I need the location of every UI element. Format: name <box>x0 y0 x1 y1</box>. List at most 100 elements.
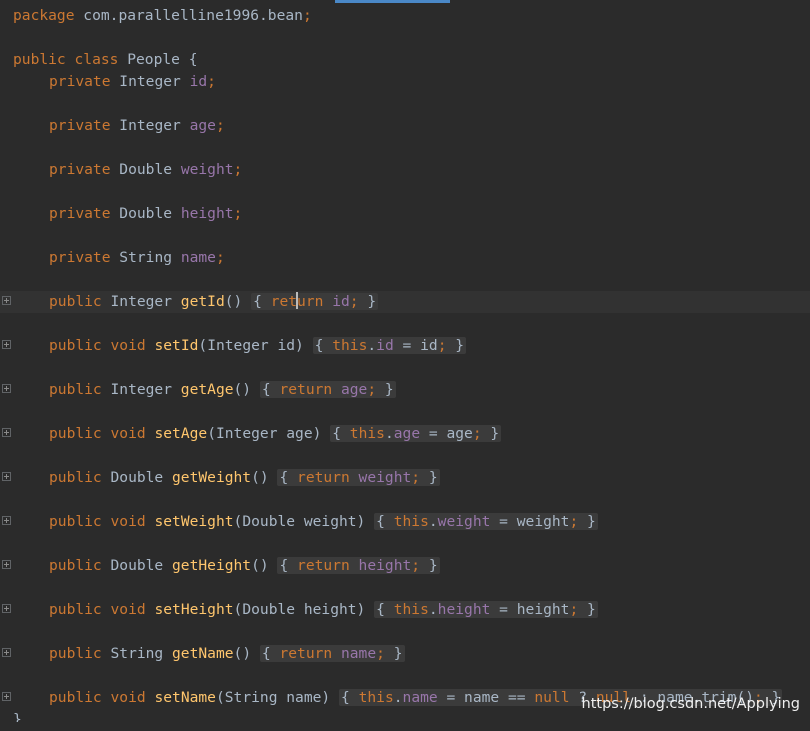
brace-close: } <box>13 711 22 722</box>
fold-expand-icon[interactable] <box>2 648 11 657</box>
keyword: this <box>332 337 368 354</box>
keyword: return <box>279 645 333 662</box>
fold-expand-icon[interactable] <box>2 340 11 349</box>
dot: . <box>428 601 438 618</box>
params: (String name) <box>215 689 331 706</box>
brace-close: } <box>384 645 403 662</box>
semicolon: ; <box>233 161 243 178</box>
field-name: weight <box>180 161 234 178</box>
modifier: private <box>49 161 111 178</box>
parens: () <box>224 293 243 310</box>
semicolon: ; <box>376 645 385 662</box>
folded-body[interactable]: { this.age = age; } <box>330 425 502 442</box>
folded-body[interactable]: { this.height = height; } <box>374 601 598 618</box>
modifier: public <box>49 469 102 486</box>
code-line-field-age: private Integer age; <box>0 115 810 137</box>
dot: . <box>393 689 403 706</box>
return-type: Double <box>101 557 173 574</box>
modifier: public <box>49 645 102 662</box>
semicolon: ; <box>215 117 225 134</box>
method-name: setAge <box>154 425 208 442</box>
code-line-getAge: public Integer getAge() { return age; } <box>0 379 810 401</box>
field-name: id <box>189 73 208 90</box>
modifier: private <box>49 73 111 90</box>
assignment: = id <box>393 337 438 354</box>
params: (Double height) <box>233 601 366 618</box>
folded-body[interactable]: { return weight; } <box>277 469 440 486</box>
dot: . <box>384 425 394 442</box>
package-name: com.parallelline1996.bean <box>74 7 303 24</box>
folded-body[interactable]: { return height; } <box>277 557 440 574</box>
modifier: private <box>49 117 111 134</box>
folded-body[interactable]: { return id; } <box>251 292 379 310</box>
code-line-setId: public void setId(Integer id) { this.id … <box>0 335 810 357</box>
type: Double <box>110 205 181 222</box>
folded-body[interactable]: { this.id = id; } <box>312 337 467 354</box>
modifier: public <box>49 513 102 530</box>
parens: () <box>251 557 269 574</box>
brace-open: { <box>253 293 271 310</box>
code-line-package: package com.parallelline1996.bean; <box>0 5 810 27</box>
field-ref: id <box>323 293 350 310</box>
method-name: getAge <box>180 381 234 398</box>
fold-expand-icon[interactable] <box>2 560 11 569</box>
field-ref: age <box>332 381 368 398</box>
fold-expand-icon[interactable] <box>2 428 11 437</box>
assignment: = name == <box>437 689 535 706</box>
semicolon: ; <box>569 513 579 530</box>
brace-open: { <box>261 381 280 398</box>
modifier: public <box>49 689 102 706</box>
field-ref: age <box>393 425 421 442</box>
code-line-setAge: public void setAge(Integer age) { this.a… <box>0 423 810 445</box>
modifier: private <box>49 249 111 266</box>
type: Integer <box>110 117 190 134</box>
folded-body[interactable]: { return name; } <box>259 645 405 662</box>
brace-open: { <box>261 645 280 662</box>
semicolon: ; <box>215 249 225 266</box>
semicolon: ; <box>472 425 482 442</box>
code-line-getName: public String getName() { return name; } <box>0 643 810 665</box>
keyword: public <box>13 51 66 68</box>
return-type: Integer <box>101 381 181 398</box>
assignment: = weight <box>490 513 570 530</box>
code-line-getHeight: public Double getHeight() { return heigh… <box>0 555 810 577</box>
fold-expand-icon[interactable] <box>2 296 11 305</box>
fold-expand-icon[interactable] <box>2 472 11 481</box>
method-name: getId <box>180 293 225 310</box>
semicolon: ; <box>411 469 421 486</box>
brace-close: } <box>446 337 465 354</box>
keyword: void <box>110 513 146 530</box>
folded-body[interactable]: { this.weight = weight; } <box>374 513 598 530</box>
fold-expand-icon[interactable] <box>2 516 11 525</box>
keyword: return <box>297 469 350 486</box>
keyword: null <box>534 689 570 706</box>
method-name: setId <box>154 337 199 354</box>
code-line-setWeight: public void setWeight(Double weight) { t… <box>0 511 810 533</box>
keyword: this <box>393 513 429 530</box>
semicolon: ; <box>233 205 243 222</box>
folded-body[interactable]: { return age; } <box>259 381 396 398</box>
modifier: public <box>49 557 102 574</box>
keyword: urn <box>297 293 324 310</box>
method-name: setName <box>154 689 216 706</box>
field-ref: name <box>332 645 377 662</box>
fold-expand-icon[interactable] <box>2 692 11 701</box>
code-editor[interactable]: package com.parallelline1996.bean; publi… <box>0 0 810 722</box>
fold-expand-icon[interactable] <box>2 604 11 613</box>
semicolon: ; <box>349 293 359 310</box>
field-name: name <box>180 249 216 266</box>
parens: () <box>251 469 269 486</box>
brace-close: } <box>376 381 394 398</box>
field-name: age <box>189 117 216 134</box>
fold-expand-icon[interactable] <box>2 384 11 393</box>
code-line-class-declaration: public class People { <box>0 49 810 71</box>
keyword: void <box>110 337 146 354</box>
method-name: getWeight <box>172 469 252 486</box>
keyword: void <box>110 425 146 442</box>
keyword: void <box>110 601 146 618</box>
keyword: void <box>110 689 146 706</box>
code-line-field-id: private Integer id; <box>0 71 810 93</box>
return-type: String <box>101 645 173 662</box>
assignment: = age <box>420 425 473 442</box>
keyword: this <box>349 425 385 442</box>
